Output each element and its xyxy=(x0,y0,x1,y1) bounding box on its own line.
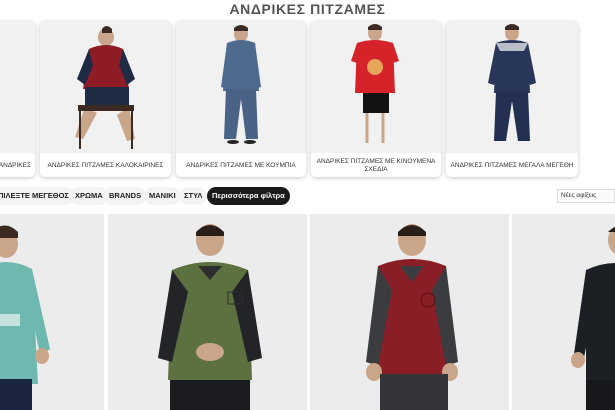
category-card-animated[interactable]: ΑΝΔΡΙΚΕΣ ΠΙΤΖΑΜΕΣ ΜΕ ΚΙΝΟΥΜΕΝΑ ΣΧΕΔΙΑ xyxy=(311,21,441,177)
filters-bar: ΕΠΙΛΕΞΤΕ ΜΕΓΕΘΟΣ ΧΡΩΜΑ BRANDS ΜΑΝΙΚΙ ΣΤΥ… xyxy=(0,187,615,205)
product-card[interactable] xyxy=(108,214,307,410)
filter-size-button[interactable]: ΕΠΙΛΕΞΤΕ ΜΕΓΕΘΟΣ xyxy=(0,187,74,205)
category-card-big-sizes[interactable]: ΑΝΔΡΙΚΕΣ ΠΙΤΖΑΜΕΣ ΜΕΓΑΛΑ ΜΕΓΕΘΗ xyxy=(446,21,578,177)
filter-style-button[interactable]: ΣΤΥΛ xyxy=(179,187,208,205)
more-filters-button[interactable]: Περισσότερα φίλτρα xyxy=(207,187,290,205)
filter-brands-button[interactable]: BRANDS xyxy=(104,187,147,205)
category-image xyxy=(446,21,578,153)
category-label: ΑΝΔΡΙΚΕΣ ΠΙΤΖΑΜΕΣ ΜΕ ΚΙΝΟΥΜΕΝΑ ΣΧΕΔΙΑ xyxy=(316,158,436,173)
product-card[interactable] xyxy=(0,214,104,410)
category-label: ΑΝΔΡΙΚΕΣ ΠΙΤΖΑΜΕΣ ΚΑΛΟΚΑΙΡΙΝΕΣ xyxy=(47,162,164,169)
category-card-buttons[interactable]: ΑΝΔΡΙΚΕΣ ΠΙΤΖΑΜΕΣ ΜΕ ΚΟΥΜΠΙΑ xyxy=(176,21,306,177)
product-image-icon xyxy=(108,214,307,410)
filter-sleeve-button[interactable]: ΜΑΝΙΚΙ xyxy=(144,187,181,205)
product-image-icon xyxy=(310,214,509,410)
category-card-cotton[interactable]: ΒΑΜΒΑΚΕΡΕΣ ΑΝΔΡΙΚΕΣ xyxy=(0,21,35,177)
category-image xyxy=(176,21,306,153)
category-image xyxy=(311,21,441,153)
filter-color-button[interactable]: ΧΡΩΜΑ xyxy=(70,187,108,205)
product-card[interactable] xyxy=(512,214,615,410)
sort-select[interactable]: Νέες αφίξεις xyxy=(557,189,615,203)
category-image xyxy=(40,21,171,153)
category-label: ΒΑΜΒΑΚΕΡΕΣ ΑΝΔΡΙΚΕΣ xyxy=(0,162,31,169)
category-label: ΑΝΔΡΙΚΕΣ ΠΙΤΖΑΜΕΣ ΜΕ ΚΟΥΜΠΙΑ xyxy=(186,162,296,169)
page-title: ΑΝΔΡΙΚΕΣ ΠΙΤΖΑΜΕΣ xyxy=(229,1,386,17)
product-image-icon xyxy=(0,214,104,410)
product-image-icon xyxy=(512,214,615,410)
category-label: ΑΝΔΡΙΚΕΣ ΠΙΤΖΑΜΕΣ ΜΕΓΑΛΑ ΜΕΓΕΘΗ xyxy=(450,162,574,169)
category-image xyxy=(0,21,35,153)
category-card-summer[interactable]: ΑΝΔΡΙΚΕΣ ΠΙΤΖΑΜΕΣ ΚΑΛΟΚΑΙΡΙΝΕΣ xyxy=(40,21,171,177)
product-card[interactable] xyxy=(310,214,509,410)
